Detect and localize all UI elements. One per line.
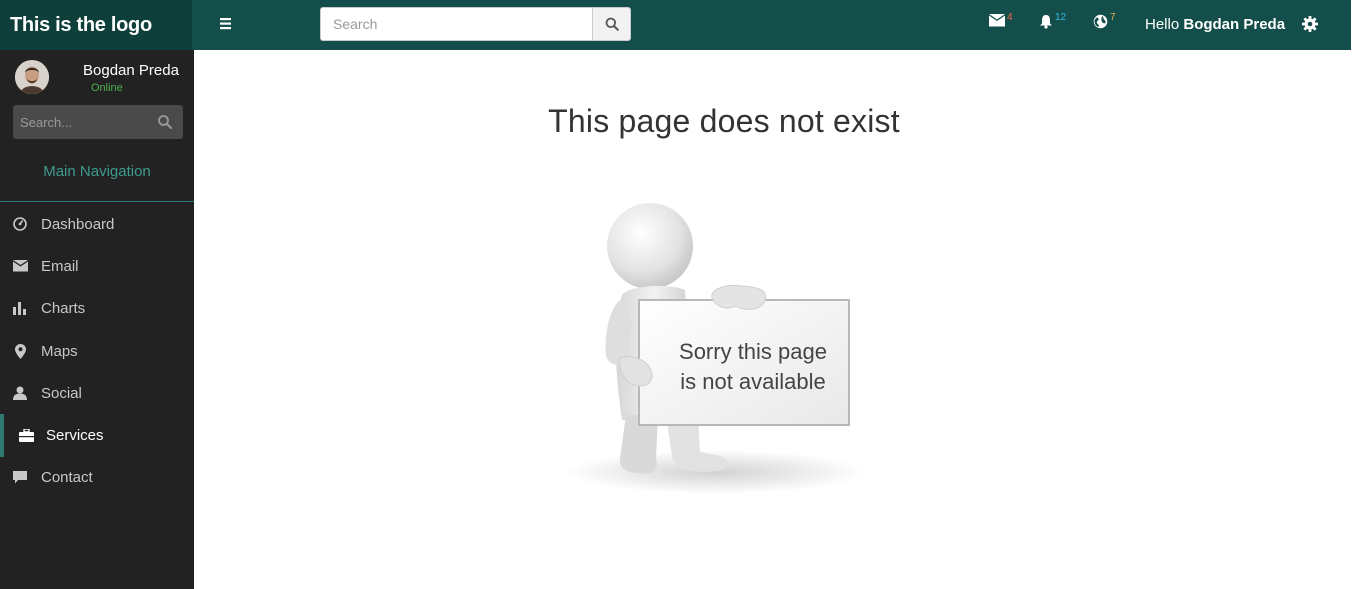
- sidebar-item-label: Contact: [41, 469, 93, 487]
- page-title: This page does not exist: [548, 103, 900, 139]
- sign-line-1: Sorry this page: [679, 339, 827, 364]
- header-search-button[interactable]: [592, 7, 631, 41]
- sidebar-item-email[interactable]: Email: [0, 245, 194, 287]
- avatar[interactable]: [15, 60, 49, 94]
- messages-button[interactable]: 4: [989, 12, 1013, 27]
- user-icon: [12, 385, 28, 401]
- globe-icon: [1093, 14, 1108, 29]
- bar-chart-icon: [12, 301, 28, 317]
- nav-header: Main Navigation: [43, 163, 151, 180]
- user-greeting[interactable]: Hello Bogdan Preda: [1145, 16, 1285, 33]
- settings-gear-icon[interactable]: [1301, 15, 1319, 33]
- envelope-icon: [989, 14, 1005, 27]
- sidebar-user-name: Bogdan Preda: [83, 62, 179, 79]
- messages-count-badge: 4: [1007, 12, 1013, 23]
- top-navbar: This is the logo 4 12 7: [0, 0, 1351, 50]
- header-search: [320, 7, 631, 41]
- envelope-icon: [12, 258, 28, 274]
- sidebar-item-maps[interactable]: Maps: [0, 330, 194, 372]
- greeting-prefix: Hello: [1145, 16, 1180, 33]
- sidebar-item-label: Social: [41, 384, 82, 402]
- user-status-online: Online: [91, 82, 123, 94]
- sidebar-item-label: Dashboard: [41, 215, 115, 233]
- nav-divider: [0, 201, 194, 202]
- notifications-count-badge: 12: [1055, 12, 1067, 23]
- main-navigation: Dashboard Email Charts Maps Social Servi…: [0, 203, 194, 499]
- bell-icon: [1040, 15, 1052, 29]
- dashboard-icon: [12, 216, 28, 232]
- sidebar-item-contact[interactable]: Contact: [0, 457, 194, 499]
- sidebar-search-input[interactable]: [13, 105, 148, 139]
- sidebar-item-label: Charts: [41, 300, 86, 318]
- sidebar-item-charts[interactable]: Charts: [0, 288, 194, 330]
- sidebar-item-label: Email: [41, 257, 79, 275]
- briefcase-icon: [18, 428, 34, 444]
- logo[interactable]: This is the logo: [0, 0, 192, 50]
- sidebar-item-label: Services: [46, 427, 104, 445]
- map-marker-icon: [12, 343, 28, 359]
- sidebar-search: [13, 105, 183, 139]
- globe-count-badge: 7: [1110, 12, 1116, 23]
- globe-button[interactable]: 7: [1093, 12, 1116, 29]
- sign-line-2: is not available: [680, 369, 826, 394]
- page-scrollbar[interactable]: [1351, 0, 1366, 589]
- sidebar-user-panel: Bogdan Preda Online: [0, 50, 194, 102]
- sidebar-item-social[interactable]: Social: [0, 372, 194, 414]
- notifications-button[interactable]: 12: [1039, 12, 1067, 29]
- comment-icon: [12, 470, 28, 486]
- menu-toggle-icon[interactable]: [212, 12, 238, 38]
- sign-message: Sorry this page is not available: [644, 337, 862, 397]
- search-icon: [605, 17, 619, 31]
- sidebar: Bogdan Preda Online Main Navigation Dash…: [0, 50, 194, 589]
- sidebar-item-label: Maps: [41, 342, 78, 360]
- greeting-user-name: Bogdan Preda: [1183, 16, 1286, 33]
- sidebar-item-services[interactable]: Services: [0, 414, 194, 457]
- search-icon[interactable]: [157, 114, 173, 130]
- sidebar-item-dashboard[interactable]: Dashboard: [0, 203, 194, 245]
- header-search-input[interactable]: [320, 7, 592, 41]
